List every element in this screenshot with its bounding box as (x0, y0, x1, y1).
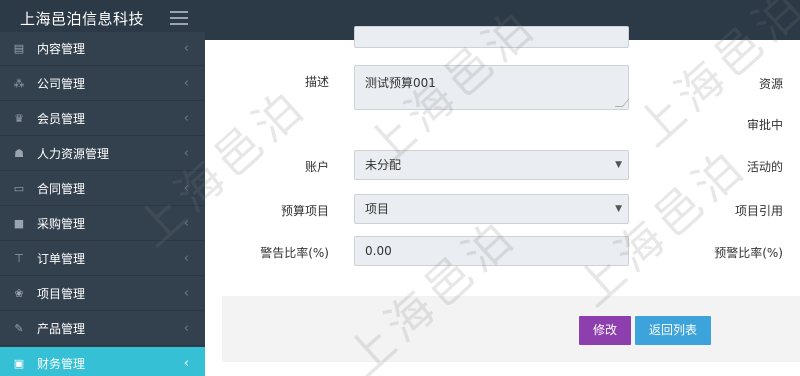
budget-detail-form: 描述 测试预算001 账户 未分配 ▼ 预算项目 项目 ▼ 警告比率(%) 0.… (205, 26, 800, 376)
menu-toggle-icon[interactable] (170, 11, 188, 25)
member-icon: ♛ (14, 112, 24, 125)
sidebar-item-product[interactable]: ✎ 产品管理 ‹ (0, 312, 205, 346)
sidebar-item-label: 订单管理 (37, 252, 86, 266)
active-status-label: 活动的 (746, 160, 783, 174)
sidebar-item-company[interactable]: ⁂ 公司管理 ‹ (0, 67, 205, 101)
name-field-partial[interactable] (354, 26, 629, 48)
users-icon: ☗ (14, 147, 24, 160)
sidebar-item-label: 人力资源管理 (37, 147, 110, 161)
chevron-left-icon: ‹ (183, 251, 189, 266)
warning-ratio-label: 预警比率(%) (714, 246, 783, 260)
chevron-left-icon: ‹ (183, 286, 189, 301)
alert-ratio-value: 0.00 (365, 244, 392, 258)
sidebar-item-label: 公司管理 (37, 77, 86, 91)
edit-button[interactable]: 修改 (579, 316, 631, 345)
chevron-left-icon: ‹ (183, 41, 189, 56)
sidebar-item-label: 内容管理 (37, 42, 86, 56)
back-to-list-button[interactable]: 返回列表 (635, 316, 711, 345)
chevron-left-icon: ‹ (183, 321, 189, 336)
contract-icon: ▭ (13, 182, 25, 195)
sidebar-item-finance[interactable]: ▣ 财务管理 ‹ (0, 347, 205, 376)
content-icon: ▤ (13, 42, 25, 55)
account-label: 账户 (304, 160, 329, 174)
sidebar-item-hr[interactable]: ☗ 人力资源管理 ‹ (0, 137, 205, 171)
description-label: 描述 (304, 75, 329, 89)
account-value: 未分配 (365, 158, 402, 172)
chevron-left-icon: ‹ (183, 216, 189, 231)
dropdown-arrow-icon: ▼ (615, 160, 622, 170)
resource-label: 资源 (758, 77, 783, 91)
chevron-left-icon: ‹ (183, 181, 189, 196)
action-panel: 修改 返回列表 (222, 296, 800, 362)
account-select[interactable]: 未分配 ▼ (354, 150, 629, 180)
sidebar-item-member[interactable]: ♛ 会员管理 ‹ (0, 102, 205, 136)
sidebar-item-order[interactable]: ⊤ 订单管理 ‹ (0, 242, 205, 276)
finance-icon: ▣ (13, 357, 25, 370)
chevron-left-icon: ‹ (183, 76, 189, 91)
sidebar-item-project[interactable]: ❀ 项目管理 ‹ (0, 277, 205, 311)
description-textarea[interactable]: 测试预算001 (354, 65, 630, 110)
sidebar-item-label: 会员管理 (37, 112, 86, 126)
sidebar-item-label: 合同管理 (37, 182, 86, 196)
sidebar-item-label: 项目管理 (37, 287, 86, 301)
budget-item-value: 项目 (365, 202, 390, 216)
purchase-icon: ■ (13, 217, 25, 230)
sidebar: ▤ 内容管理 ‹ ⁂ 公司管理 ‹ ♛ 会员管理 ‹ ☗ 人力资源管理 ‹ ▭ … (0, 32, 205, 376)
chevron-left-icon: ‹ (183, 146, 189, 161)
sidebar-item-contract[interactable]: ▭ 合同管理 ‹ (0, 172, 205, 206)
sidebar-item-label: 采购管理 (37, 217, 86, 231)
sidebar-item-purchase[interactable]: ■ 采购管理 ‹ (0, 207, 205, 241)
product-icon: ✎ (14, 322, 24, 335)
resize-grip-icon[interactable] (614, 99, 630, 107)
chevron-left-icon: ‹ (183, 356, 189, 371)
dropdown-arrow-icon: ▼ (615, 204, 622, 214)
description-value: 测试预算001 (365, 76, 436, 90)
sidebar-item-content[interactable]: ▤ 内容管理 ‹ (0, 32, 205, 66)
sidebar-item-label: 产品管理 (37, 322, 86, 336)
alert-ratio-label: 警告比率(%) (260, 246, 329, 260)
chevron-left-icon: ‹ (183, 111, 189, 126)
project-ref-label: 项目引用 (734, 204, 783, 218)
budget-item-select[interactable]: 项目 ▼ (354, 194, 629, 224)
cart-icon: ⊤ (14, 252, 24, 265)
budget-item-label: 预算项目 (280, 204, 329, 218)
project-icon: ❀ (14, 287, 24, 300)
alert-ratio-input[interactable]: 0.00 (354, 236, 629, 266)
company-icon: ⁂ (13, 77, 25, 90)
sidebar-item-label: 财务管理 (37, 357, 86, 371)
approval-status-label: 审批中 (746, 118, 783, 132)
